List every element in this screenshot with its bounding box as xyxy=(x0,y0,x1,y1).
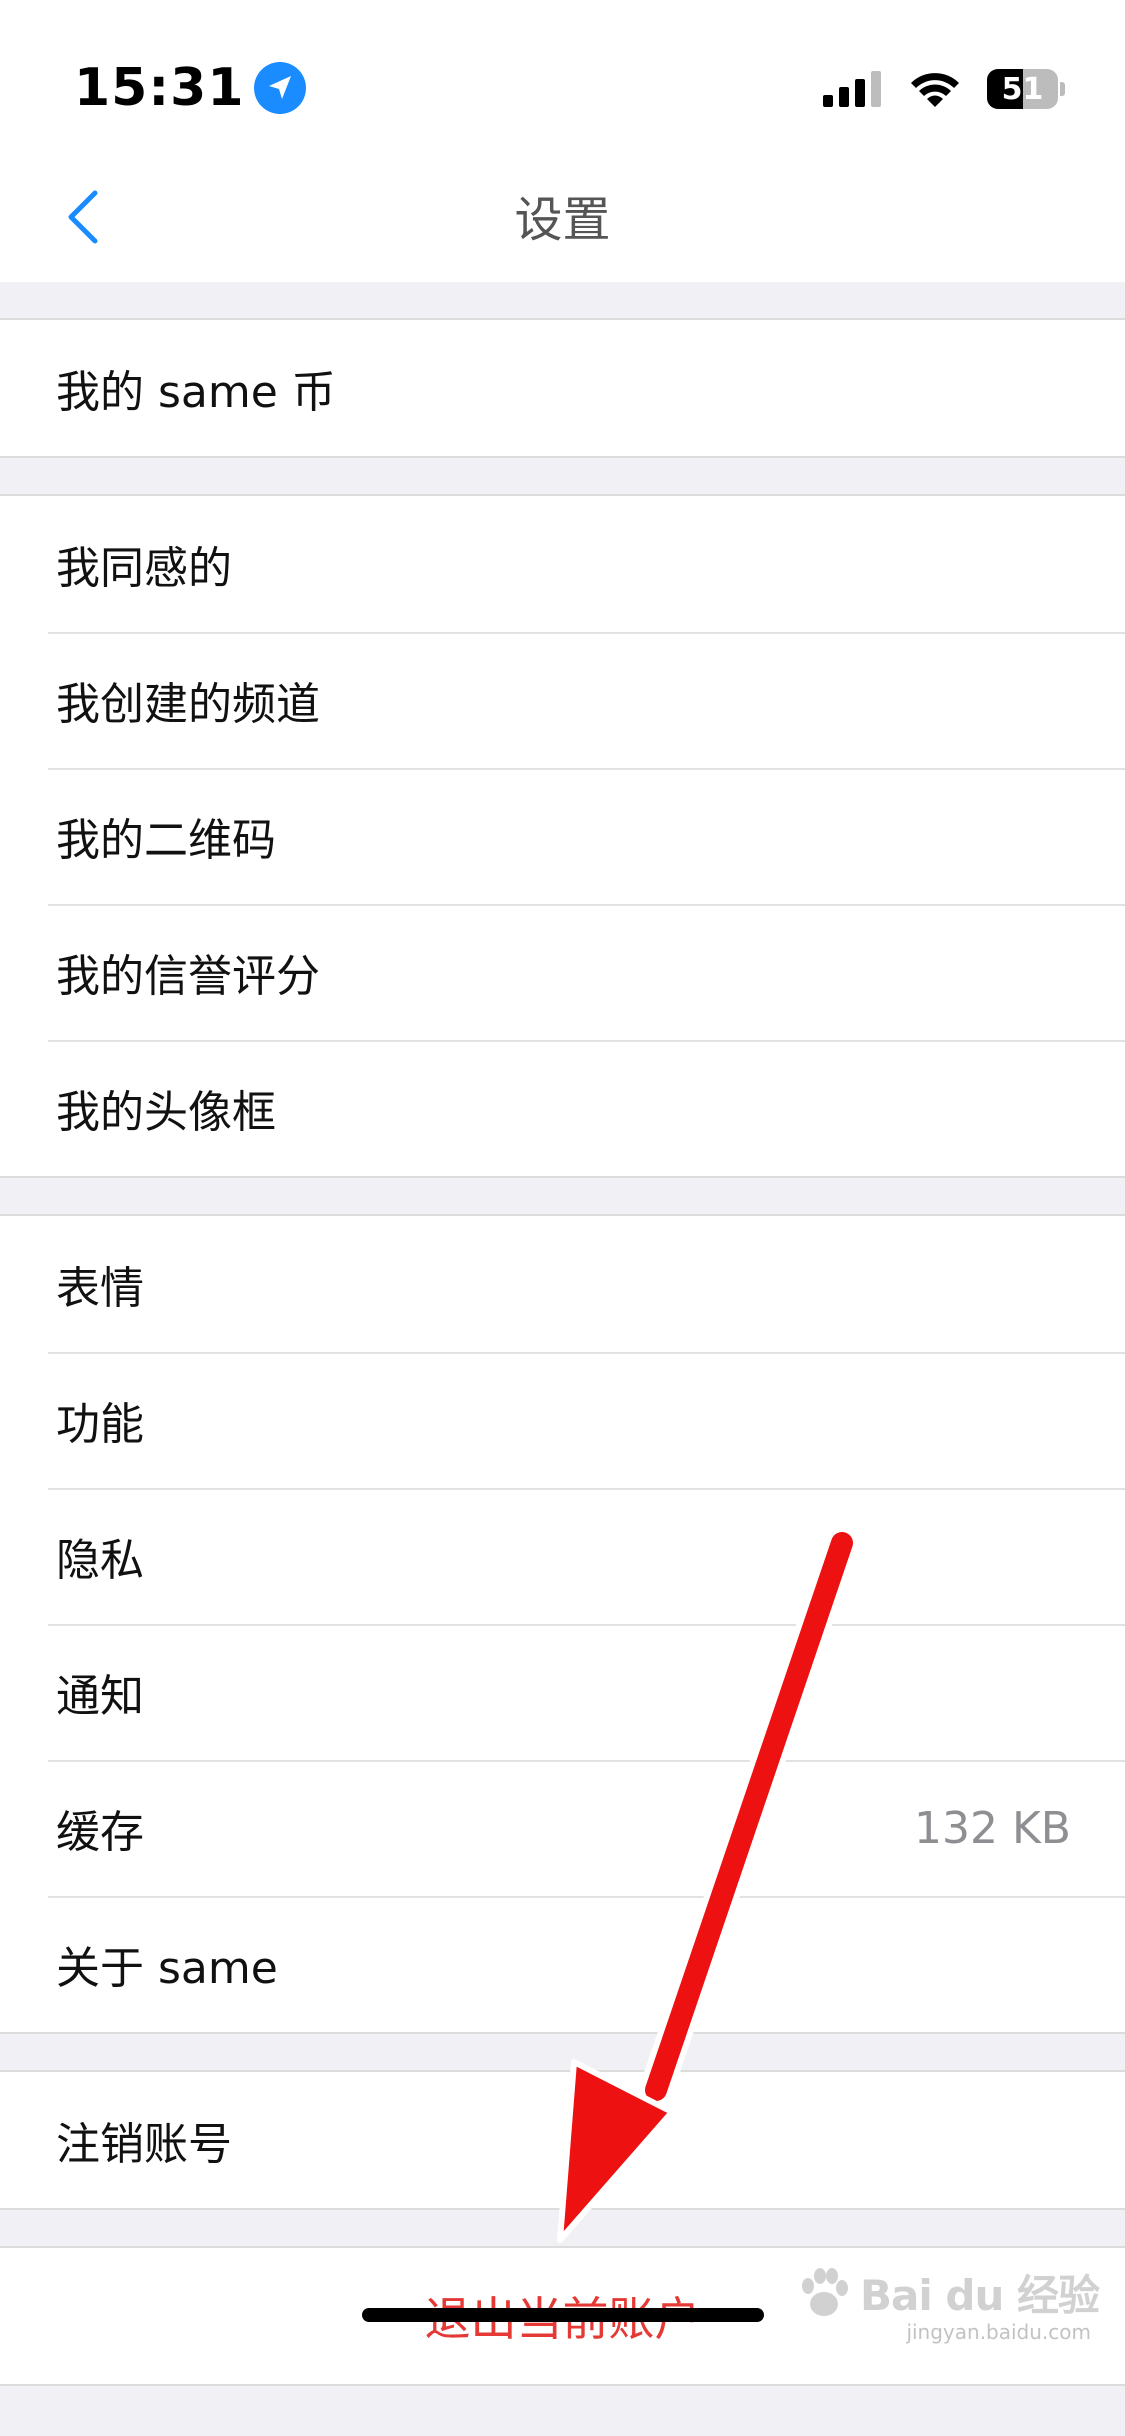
settings-item-label: 功能 xyxy=(56,1399,144,1450)
settings-item-label: 我的 same 币 xyxy=(56,367,336,418)
settings-item-label: 我同感的 xyxy=(56,543,232,594)
settings-item-qr-code[interactable]: 我的二维码 xyxy=(0,768,1125,904)
settings-screen: 15:31 51 设置 我的 same 币 我同感的 我创建的频道 我的二维码 … xyxy=(0,0,1125,2436)
settings-group-account: 注销账号 xyxy=(0,2070,1125,2210)
battery-level-text: 51 xyxy=(1001,71,1044,107)
status-indicators: 51 xyxy=(823,62,1065,116)
settings-item-label: 缓存 xyxy=(56,1807,144,1858)
settings-item-delete-account[interactable]: 注销账号 xyxy=(0,2072,1125,2208)
settings-group-general: 表情 功能 隐私 通知 缓存 132 KB 关于 same xyxy=(0,1214,1125,2034)
baidu-watermark: Bai du 经验 xyxy=(794,2262,1100,2323)
wifi-icon xyxy=(911,73,959,107)
settings-item-label: 我的头像框 xyxy=(56,1087,276,1138)
settings-group-coins: 我的 same 币 xyxy=(0,318,1125,458)
settings-item-label: 通知 xyxy=(56,1671,144,1722)
cache-size-value: 132 KB xyxy=(913,1802,1071,1854)
settings-item-notifications[interactable]: 通知 xyxy=(0,1624,1125,1760)
settings-item-about[interactable]: 关于 same xyxy=(0,1896,1125,2032)
settings-item-cache[interactable]: 缓存 132 KB xyxy=(0,1760,1125,1896)
page-title: 设置 xyxy=(514,192,611,248)
cellular-signal-icon xyxy=(823,71,881,107)
header: 15:31 51 设置 xyxy=(0,0,1125,282)
settings-item-label: 表情 xyxy=(56,1263,144,1314)
settings-item-label: 我创建的频道 xyxy=(56,679,320,730)
settings-item-label: 隐私 xyxy=(56,1535,144,1586)
settings-item-avatar-frame[interactable]: 我的头像框 xyxy=(0,1040,1125,1176)
settings-item-features[interactable]: 功能 xyxy=(0,1352,1125,1488)
settings-item-label: 注销账号 xyxy=(56,2119,232,2170)
baidu-paw-icon xyxy=(802,2267,849,2316)
settings-item-my-channels[interactable]: 我创建的频道 xyxy=(0,632,1125,768)
settings-item-emoji[interactable]: 表情 xyxy=(0,1216,1125,1352)
location-arrow-icon xyxy=(253,61,307,115)
status-time-group: 15:31 xyxy=(74,52,307,124)
battery-indicator: 51 xyxy=(987,69,1065,109)
settings-item-label: 我的二维码 xyxy=(56,815,276,866)
settings-item-label: 关于 same xyxy=(56,1943,278,1994)
settings-item-privacy[interactable]: 隐私 xyxy=(0,1488,1125,1624)
status-time: 15:31 xyxy=(74,58,245,118)
settings-group-personal: 我同感的 我创建的频道 我的二维码 我的信誉评分 我的头像框 xyxy=(0,494,1125,1178)
settings-item-same-coins[interactable]: 我的 same 币 xyxy=(0,320,1125,456)
settings-item-label: 我的信誉评分 xyxy=(56,951,320,1002)
home-indicator[interactable] xyxy=(362,2308,764,2322)
settings-item-liked[interactable]: 我同感的 xyxy=(0,496,1125,632)
watermark-url-text: jingyan.baidu.com xyxy=(906,2320,1091,2344)
settings-item-credit-score[interactable]: 我的信誉评分 xyxy=(0,904,1125,1040)
battery-body: 51 xyxy=(987,69,1059,109)
battery-cap xyxy=(1060,82,1065,96)
watermark-brand-text: Bai du 经验 xyxy=(860,2271,1100,2320)
